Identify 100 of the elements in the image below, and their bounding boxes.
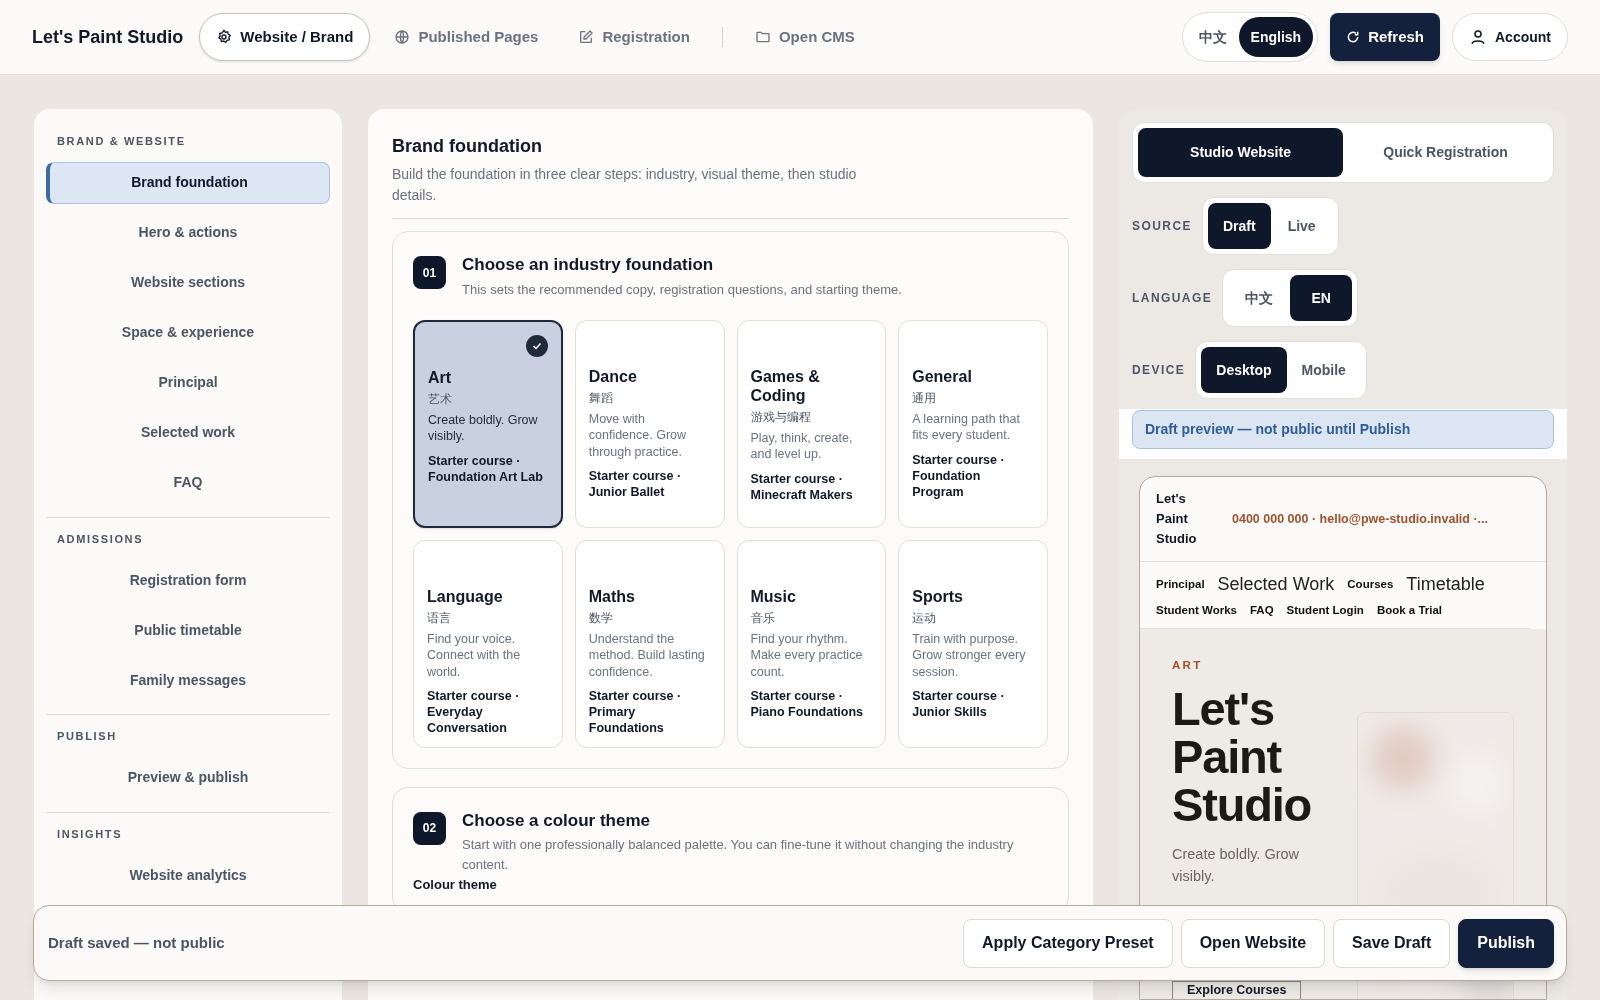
- nav-tab[interactable]: Registration: [562, 13, 706, 61]
- industry-name: Music: [750, 586, 797, 606]
- industry-chinese-name: 数学: [588, 609, 614, 627]
- check-icon: [525, 334, 548, 357]
- control-label: LANGUAGE: [1132, 290, 1213, 307]
- sidebar-item[interactable]: Selected work: [46, 411, 330, 454]
- starter-course: Starter course · Junior Ballet: [588, 468, 683, 500]
- sidebar-item[interactable]: Hero & actions: [46, 211, 330, 254]
- industry-name: Maths: [588, 586, 636, 606]
- industry-tagline: Find your rhythm. Make every practice count.: [750, 630, 864, 680]
- refresh-button[interactable]: Refresh: [1330, 13, 1440, 61]
- step-description: Start with one professionally balanced palette. You can fine-tune it without changing the industry content.: [462, 836, 1015, 874]
- site-nav-link[interactable]: Selected Work: [1217, 571, 1335, 598]
- refresh-icon: [1346, 30, 1361, 44]
- control-label: DEVICE: [1132, 362, 1186, 379]
- industry-chinese-name: 游戏与编程: [750, 408, 812, 426]
- sidebar-item[interactable]: Registration form: [46, 559, 330, 601]
- industry-tagline: Find your voice. Connect with the world.: [427, 630, 522, 680]
- industry-tagline: Create boldly. Grow visibly.: [428, 411, 539, 445]
- industry-chinese-name: 舞蹈: [588, 389, 614, 407]
- site-name: Let's Paint Studio: [1156, 490, 1198, 548]
- site-nav-link[interactable]: Student Login: [1286, 602, 1364, 620]
- save-status: Draft saved — not public: [47, 932, 225, 953]
- industry-tagline: Understand the method. Build lasting confidence.: [588, 630, 706, 680]
- account-button[interactable]: Account: [1452, 13, 1568, 61]
- industry-tagline: A learning path that fits every student.: [912, 410, 1021, 444]
- hero-tagline: Create boldly. Grow visibly.: [1172, 844, 1301, 886]
- panel-title: Brand foundation: [392, 135, 543, 158]
- segment-option[interactable]: EN: [1290, 275, 1353, 321]
- industry-chinese-name: 音乐: [750, 609, 776, 627]
- industry-chinese-name: 运动: [912, 609, 938, 627]
- action-button[interactable]: Publish: [1458, 918, 1554, 968]
- starter-course: Starter course · Everyday Conversation: [427, 688, 521, 736]
- industry-chinese-name: 语言: [427, 609, 452, 627]
- industry-chinese-name: 通用: [912, 389, 938, 407]
- segment-option[interactable]: Draft: [1208, 203, 1271, 249]
- language-option[interactable]: 中文: [1186, 17, 1239, 57]
- sidebar-item[interactable]: Website analytics: [46, 854, 330, 896]
- mode-tab[interactable]: Quick Registration: [1343, 128, 1548, 177]
- section-heading: BRAND & WEBSITE: [56, 134, 187, 149]
- language-option[interactable]: English: [1238, 17, 1314, 57]
- segment-option[interactable]: Live: [1270, 203, 1333, 249]
- industry-tagline: Move with confidence. Grow through practice.: [588, 410, 688, 460]
- industry-card[interactable]: Music 音乐 Find your rhythm. Make every practice count. Starter course · Piano Foundations: [736, 539, 887, 748]
- action-button[interactable]: Open Website: [1180, 918, 1326, 968]
- sidebar-item[interactable]: FAQ: [46, 461, 330, 504]
- industry-card[interactable]: Games & Coding 游戏与编程 Play, think, create, and level up. Starter course · Minecraft Makers: [736, 319, 887, 528]
- action-button[interactable]: Save Draft: [1333, 918, 1451, 968]
- industry-tagline: Train with purpose. Grow stronger every session.: [912, 630, 1027, 680]
- sidebar-item[interactable]: Brand foundation: [46, 161, 330, 204]
- site-nav-link[interactable]: Principal: [1156, 575, 1205, 594]
- step-number: 01: [413, 256, 446, 289]
- sidebar-item[interactable]: Space & experience: [46, 311, 330, 354]
- section-heading: INSIGHTS: [56, 826, 124, 842]
- industry-card[interactable]: Sports 运动 Train with purpose. Grow stronger every session. Starter course · Junior Skills: [898, 539, 1048, 748]
- nav-tab[interactable]: Website / Brand: [199, 13, 371, 61]
- site-nav-link[interactable]: FAQ: [1249, 602, 1274, 620]
- panel-description: Build the foundation in three clear steps: industry, visual theme, then studio details.: [392, 165, 858, 205]
- industry-name: General: [912, 366, 973, 386]
- industry-chinese-name: 艺术: [428, 390, 453, 408]
- section-heading: PUBLISH: [56, 729, 118, 744]
- starter-course: Starter course · Foundation Art Lab: [428, 452, 544, 485]
- industry-card[interactable]: Language 语言 Find your voice. Connect with the world. Starter course · Everyday Conversation: [413, 539, 563, 748]
- sidebar-item[interactable]: Website sections: [46, 261, 330, 304]
- section-heading: ADMISSIONS: [56, 531, 145, 547]
- starter-course: Starter course · Foundation Program: [912, 451, 1006, 500]
- sidebar-item[interactable]: Family messages: [46, 659, 330, 701]
- action-button[interactable]: Apply Category Preset: [963, 918, 1173, 968]
- control-label: SOURCE: [1132, 218, 1192, 235]
- starter-course: Starter course · Piano Foundations: [750, 688, 864, 720]
- site-nav-link[interactable]: Courses: [1347, 575, 1394, 594]
- sidebar-item[interactable]: Preview & publish: [46, 756, 330, 799]
- step-title: Choose an industry foundation: [462, 254, 715, 276]
- segment-option[interactable]: Desktop: [1201, 347, 1287, 393]
- app-logo: Let's Paint Studio: [32, 25, 184, 49]
- segment-option[interactable]: Mobile: [1286, 347, 1361, 393]
- industry-name: Sports: [912, 586, 964, 606]
- sidebar-item[interactable]: Principal: [46, 361, 330, 404]
- industry-card[interactable]: Dance 舞蹈 Move with confidence. Grow through practice. Starter course · Junior Ballet: [574, 319, 725, 528]
- mode-tab[interactable]: Studio Website: [1138, 128, 1343, 177]
- nav-tab[interactable]: Published Pages: [378, 13, 555, 61]
- industry-card[interactable]: Maths 数学 Understand the method. Build lasting confidence. Starter course · Primary Foundations: [574, 539, 725, 748]
- folder-icon: [754, 29, 771, 45]
- industry-name: Dance: [588, 366, 638, 386]
- starter-course: Starter course · Junior Skills: [912, 688, 1006, 720]
- draft-notice: Draft preview — not public until Publish: [1132, 410, 1554, 449]
- globe-icon: [394, 29, 411, 45]
- nav-tab[interactable]: Open CMS: [738, 13, 871, 61]
- user-icon: [1469, 28, 1487, 46]
- step-title: Choose a colour theme: [462, 809, 651, 832]
- industry-card[interactable]: General 通用 A learning path that fits every student. Starter course · Foundation Program: [898, 319, 1048, 528]
- segment-option[interactable]: 中文: [1228, 275, 1291, 321]
- site-nav-link[interactable]: Student Works: [1156, 602, 1237, 620]
- sidebar-item[interactable]: Public timetable: [46, 609, 330, 651]
- industry-card[interactable]: Art 艺术 Create boldly. Grow visibly. Starter course · Foundation Art Lab: [413, 319, 563, 528]
- industry-name: Games & Coding: [750, 366, 821, 405]
- starter-course: Starter course · Minecraft Makers: [750, 470, 854, 503]
- contact-info: 0400 000 000 · hello@pwe-studio.invalid ·...: [1232, 510, 1489, 528]
- site-nav-link[interactable]: Book a Trial: [1376, 602, 1443, 620]
- site-nav-link[interactable]: Timetable: [1406, 571, 1485, 598]
